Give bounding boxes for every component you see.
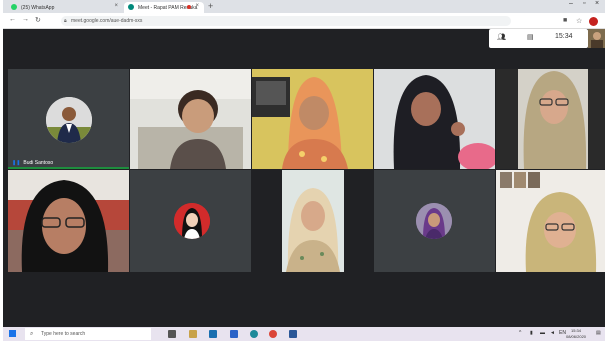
whatsapp-icon [11, 4, 17, 10]
desktop-screen: (25) WhatsApp × Meet - Rapat PAM Renuka … [3, 0, 605, 341]
task-view-icon[interactable] [168, 330, 176, 338]
new-tab-icon[interactable]: + [208, 1, 213, 11]
participant-tile[interactable] [130, 69, 251, 169]
participant-tile[interactable] [130, 170, 251, 272]
tab-whatsapp[interactable]: (25) WhatsApp × [7, 2, 123, 13]
self-view-thumbnail[interactable] [588, 29, 605, 48]
participant-tile[interactable] [496, 69, 605, 169]
participant-name-label: ❚❚ Budi Santoso [12, 160, 53, 166]
maximize-icon[interactable]: ▫ [583, 0, 585, 7]
network-icon[interactable]: ▬ [540, 330, 545, 336]
close-icon[interactable]: × [114, 3, 118, 9]
participant-tile[interactable] [252, 170, 373, 272]
taskbar-clock[interactable]: 15:34 08/06/2020 [566, 328, 586, 340]
notifications-icon[interactable]: ▤ [596, 330, 601, 336]
participant-tile[interactable] [8, 170, 129, 272]
file-explorer-icon[interactable] [189, 330, 197, 338]
participant-tile[interactable] [496, 170, 605, 272]
taskbar-search-box[interactable]: ⌕ Type here to search [25, 328, 151, 340]
active-speaker-bar [8, 167, 129, 169]
tab-title: (25) WhatsApp [21, 4, 55, 11]
clock-date: 08/06/2020 [566, 334, 587, 339]
browser-toolbar: ← → ↻ 🔒︎ meet.google.com/aue-dadm-sxs ■ … [3, 13, 605, 29]
address-bar[interactable]: 🔒︎ meet.google.com/aue-dadm-sxs [61, 16, 511, 26]
edge-icon[interactable] [250, 330, 258, 338]
word-icon[interactable] [289, 330, 297, 338]
tray-chevron-icon[interactable]: ^ [519, 330, 521, 336]
close-icon[interactable]: × [195, 3, 199, 9]
avatar [416, 203, 452, 239]
people-icon[interactable]: 👥︎ [497, 33, 506, 41]
chat-icon[interactable]: ▤ [527, 33, 534, 41]
language-icon[interactable]: EN [559, 330, 566, 336]
minimize-icon[interactable]: – [569, 0, 573, 7]
browser-tab-bar: (25) WhatsApp × Meet - Rapat PAM Renuka … [3, 0, 605, 13]
search-icon: ⌕ [30, 331, 34, 337]
participant-video [496, 170, 605, 272]
participant-video [496, 69, 605, 169]
participant-tile[interactable] [252, 69, 373, 169]
audio-level-icon: ❚❚ [12, 160, 21, 166]
meet-top-controls: 👥︎ ▤ 15:34 [489, 29, 588, 48]
store-icon[interactable] [230, 330, 238, 338]
participant-tile[interactable] [374, 170, 495, 272]
forward-icon[interactable]: → [22, 16, 29, 23]
back-icon[interactable]: ← [9, 16, 16, 23]
participant-tile-budi-santoso[interactable]: ❚❚ Budi Santoso [8, 69, 129, 169]
avatar [174, 203, 210, 239]
meeting-time: 15:34 [555, 33, 573, 40]
meet-icon [128, 4, 134, 10]
url-text: meet.google.com/aue-dadm-sxs [71, 18, 143, 24]
tab-meet[interactable]: Meet - Rapat PAM Renuka × [124, 2, 204, 13]
bookmark-star-icon[interactable]: ☆ [576, 17, 582, 25]
close-window-icon[interactable]: × [595, 0, 599, 7]
participant-video [8, 170, 129, 272]
participant-name: Budi Santoso [23, 160, 54, 166]
participant-video [130, 69, 251, 169]
windows-taskbar: ⌕ Type here to search ^ ▮ ▬ ◄ EN 15:34 0… [3, 327, 605, 341]
windows-start-icon[interactable] [9, 330, 16, 337]
profile-avatar[interactable] [589, 17, 598, 26]
recording-dot-icon [187, 5, 191, 9]
participant-video [252, 170, 373, 272]
participant-video [374, 69, 495, 169]
search-placeholder: Type here to search [41, 331, 86, 337]
lock-icon: 🔒︎ [64, 18, 67, 24]
battery-icon[interactable]: ▮ [530, 330, 533, 336]
volume-icon[interactable]: ◄ [550, 330, 555, 336]
avatar [46, 97, 92, 143]
reload-icon[interactable]: ↻ [35, 16, 41, 24]
chrome-icon[interactable] [269, 330, 277, 338]
camera-in-use-icon[interactable]: ■ [563, 17, 567, 24]
participant-tile[interactable] [374, 69, 495, 169]
mail-icon[interactable] [209, 330, 217, 338]
participant-video [252, 69, 373, 169]
